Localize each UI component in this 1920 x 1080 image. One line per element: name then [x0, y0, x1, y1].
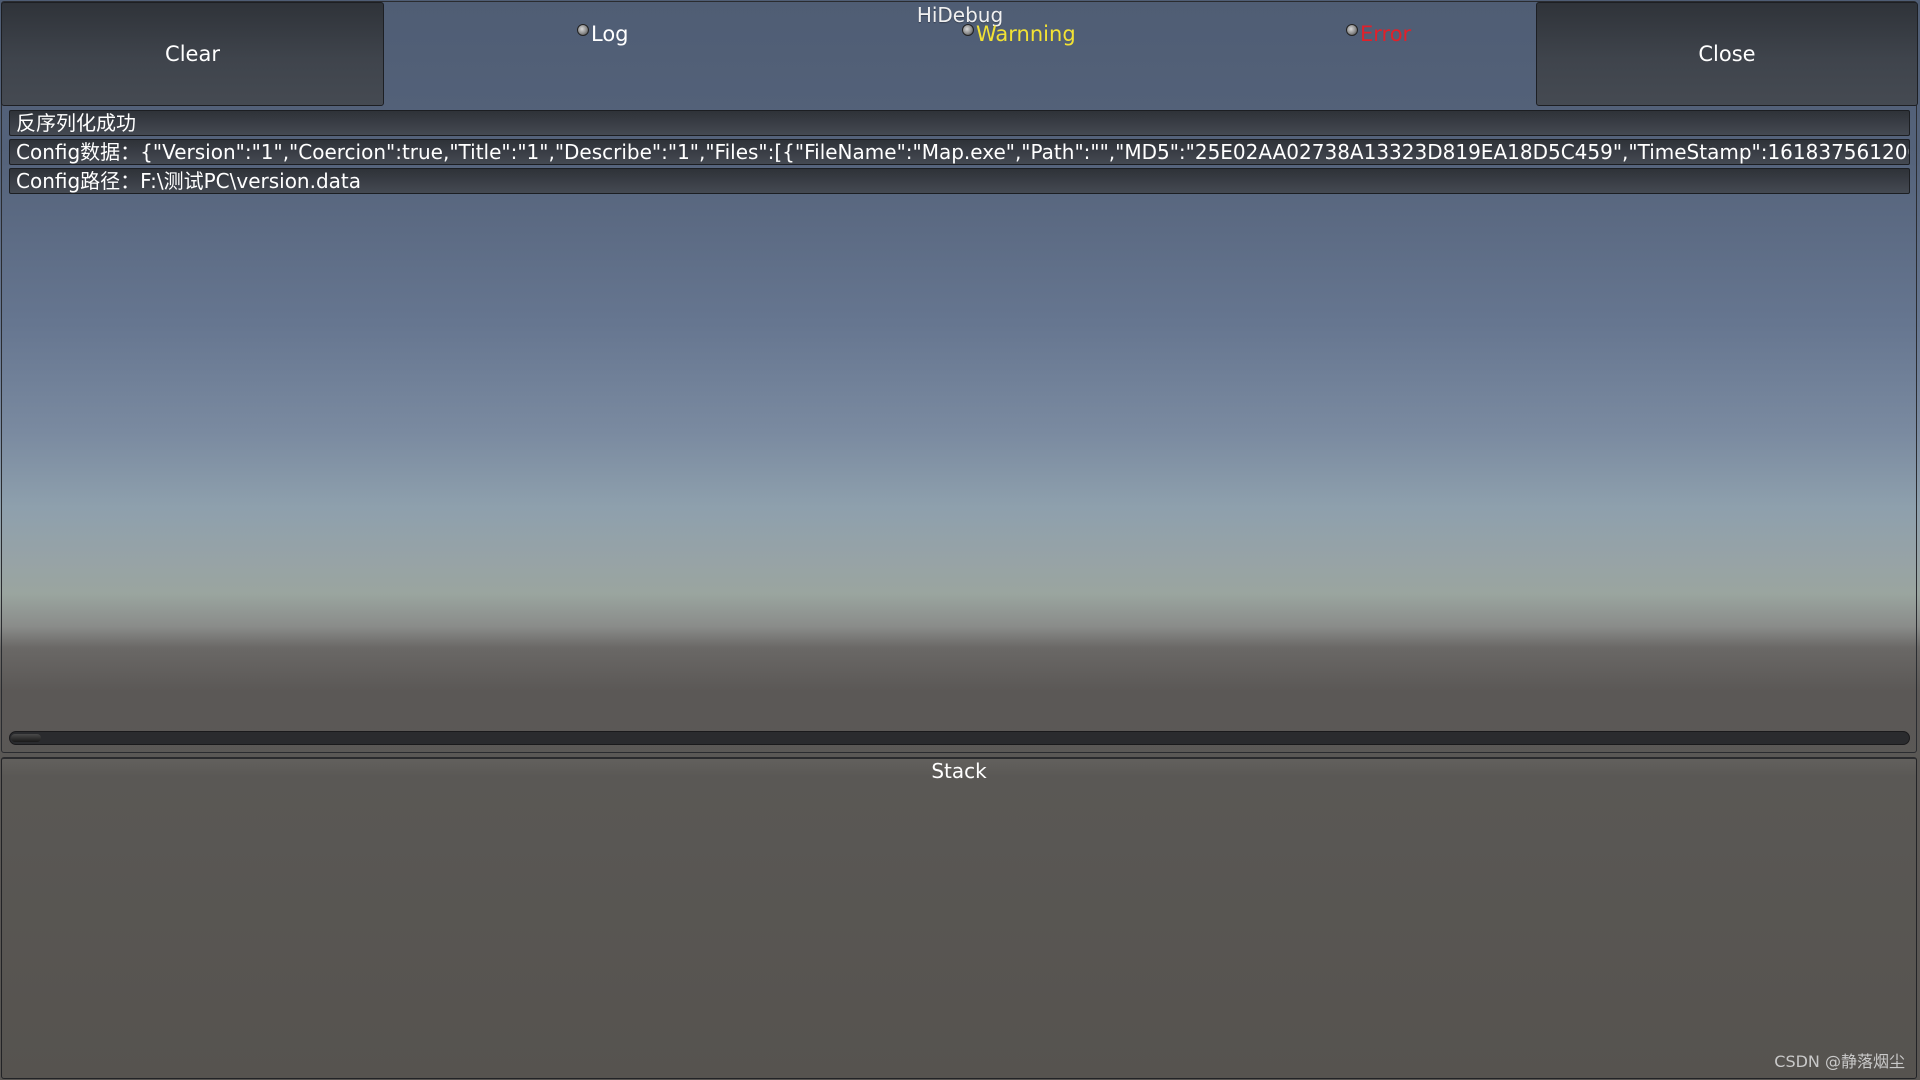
radio-icon [1346, 24, 1358, 36]
log-entry[interactable]: 反序列化成功 [9, 110, 1910, 136]
warning-toggle-label: Warnning [976, 22, 1076, 46]
error-toggle[interactable]: Error [1346, 22, 1411, 46]
error-toggle-label: Error [1360, 22, 1412, 46]
log-toggle[interactable]: Log [577, 22, 629, 46]
radio-icon [962, 24, 974, 36]
watermark: CSDN @静落烟尘 [1774, 1052, 1905, 1071]
stack-panel: Stack [1, 757, 1917, 1079]
log-toggle-label: Log [591, 22, 629, 46]
stack-title: Stack [931, 759, 987, 783]
log-entry[interactable]: Config数据：{"Version":"1","Coercion":true,… [9, 139, 1910, 165]
warning-toggle[interactable]: Warnning [962, 22, 1076, 46]
horizontal-scrollbar[interactable] [9, 731, 1910, 745]
log-entry[interactable]: Config路径：F:\测试PC\version.data [9, 168, 1910, 194]
window-title: HiDebug [916, 3, 1004, 27]
radio-icon [577, 24, 589, 36]
scrollbar-thumb[interactable] [11, 734, 41, 742]
log-list: 反序列化成功 Config数据：{"Version":"1","Coercion… [9, 110, 1910, 197]
